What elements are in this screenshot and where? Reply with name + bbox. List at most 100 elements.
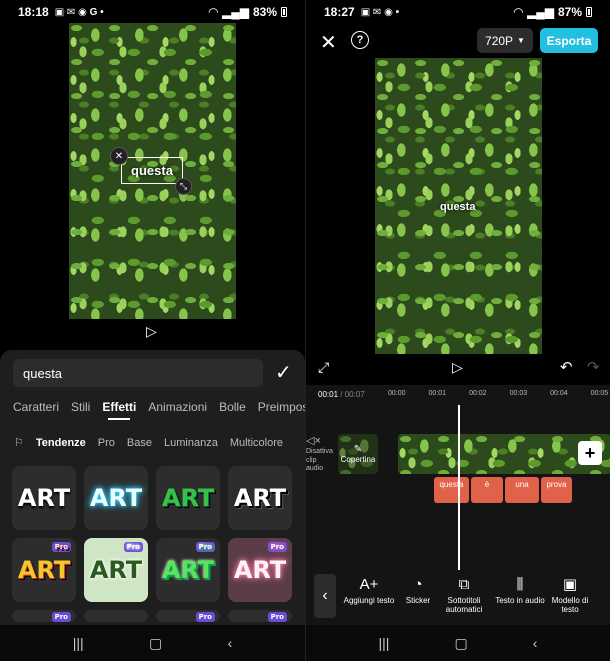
resize-text-icon[interactable]: ⤡ <box>175 178 192 195</box>
close-icon[interactable]: ✕ <box>320 30 337 55</box>
resolution-dropdown[interactable]: 720P ▼ <box>477 28 533 53</box>
status-bar: 18:18 ▣ ✉ ◉ G • ◠ ▂▄▆ 83% <box>0 0 305 24</box>
effect-preview-text: ART <box>233 484 287 512</box>
sticker-icon: ◔ <box>413 576 423 593</box>
play-icon[interactable]: ▷ <box>452 359 463 376</box>
text-clip[interactable]: una <box>505 477 539 503</box>
effect-tile[interactable]: ART <box>156 466 220 530</box>
video-text-overlay[interactable]: questa <box>440 201 475 213</box>
bookmark-icon[interactable]: ⚐ <box>14 436 24 449</box>
mute-label: Disattiva clip audio <box>306 448 333 472</box>
time-ruler: 00:00 00:01 00:02 00:03 00:04 00:05 <box>388 390 608 397</box>
ruler-tick: 00:02 <box>469 390 487 397</box>
add-text-button[interactable]: A+ Aggiungi testo <box>340 570 398 605</box>
notification-icons: ▣ ✉ ◉ G • <box>54 6 104 18</box>
text-overlay-box[interactable]: questa <box>121 157 183 184</box>
category-luminanza[interactable]: Luminanza <box>164 437 218 449</box>
effect-grid: ART ART ART ART Pro ART Pro ART Pro ART <box>12 466 292 622</box>
cover-label: Copertina <box>340 455 376 464</box>
subtitles-icon: ⧉ <box>458 576 470 593</box>
text-to-audio-button[interactable]: ⫼ Testo in audio <box>490 570 550 605</box>
total-time: 00:07 <box>344 390 365 399</box>
auto-subtitles-button[interactable]: ⧉ Sottotitoli automatici <box>438 570 490 615</box>
redo-icon[interactable]: ↷ <box>587 358 600 376</box>
system-nav-bar: ||| ▢ ‹ <box>0 625 305 661</box>
play-icon[interactable]: ▷ <box>146 323 157 340</box>
back-icon[interactable]: ‹ <box>228 635 233 651</box>
status-time: 18:27 <box>324 5 355 19</box>
fullscreen-icon[interactable]: ⤢ <box>318 359 329 376</box>
timeline[interactable]: 00:01 / 00:07 00:00 00:01 00:02 00:03 00… <box>306 385 610 570</box>
confirm-check-icon[interactable]: ✓ <box>275 360 292 385</box>
effect-tile[interactable]: Pro ART <box>84 538 148 602</box>
ruler-tick: 00:03 <box>509 390 528 397</box>
effect-tile[interactable]: Pro <box>156 610 220 622</box>
tool-label: Modello di testo <box>551 596 589 615</box>
recents-icon[interactable]: ||| <box>73 635 84 651</box>
left-screen: 18:18 ▣ ✉ ◉ G • ◠ ▂▄▆ 83% questa ✕ ⤡ ▷ ✓… <box>0 0 305 661</box>
add-clip-button[interactable]: + <box>578 441 602 465</box>
effect-tile[interactable]: Pro <box>12 610 76 622</box>
video-preview[interactable]: questa <box>375 58 542 354</box>
help-icon[interactable]: ? <box>351 31 369 49</box>
recents-icon[interactable]: ||| <box>379 635 390 651</box>
effect-tile[interactable]: ART <box>12 466 76 530</box>
category-base[interactable]: Base <box>127 437 152 449</box>
text-clip-label: prova <box>546 480 567 489</box>
category-multicolore[interactable]: Multicolore <box>230 437 283 449</box>
tool-label: Aggiungi testo <box>343 596 395 606</box>
cover-button[interactable]: ✎ Copertina <box>338 434 378 474</box>
remove-text-icon[interactable]: ✕ <box>110 147 128 165</box>
effect-preview-text: ART <box>161 556 215 584</box>
sticker-button[interactable]: ◔ Sticker <box>398 570 438 605</box>
tab-bolle[interactable]: Bolle <box>219 400 246 414</box>
mute-clip-audio-button[interactable]: ◁× Disattiva clip audio <box>306 435 333 473</box>
pro-badge: Pro <box>123 542 143 552</box>
pro-badge: Pro <box>267 612 287 622</box>
ruler-tick: 00:05 <box>590 390 609 397</box>
export-button[interactable]: Esporta <box>540 28 598 53</box>
text-input[interactable] <box>13 359 263 387</box>
battery-icon <box>281 7 287 17</box>
tab-animazioni[interactable]: Animazioni <box>148 400 207 414</box>
ruler-tick: 00:00 <box>388 390 406 397</box>
text-clip[interactable]: questa <box>434 477 469 503</box>
effect-tile[interactable]: ART <box>228 466 292 530</box>
tab-preimposta[interactable]: Preimposta <box>258 400 305 414</box>
status-bar: 18:27 ▣ ✉ ◉ • ◠ ▂▄▆ 87% <box>306 0 610 24</box>
back-icon[interactable]: ‹ <box>533 635 538 651</box>
signal-icon: ▂▄▆ <box>222 5 249 19</box>
home-icon[interactable]: ▢ <box>149 635 162 652</box>
text-clip-label: è <box>484 480 490 489</box>
effect-preview-text: ART <box>17 556 71 584</box>
effect-categories: ⚐ Tendenze Pro Base Luminanza Multicolor… <box>14 436 283 450</box>
effect-tile[interactable]: Pro ART <box>228 538 292 602</box>
effect-tile[interactable]: Pro ART <box>12 538 76 602</box>
toolbar-back-button[interactable]: ‹ <box>314 574 336 618</box>
pro-badge: Pro <box>195 612 215 622</box>
resolution-value: 720P <box>485 33 514 48</box>
category-pro[interactable]: Pro <box>98 437 115 449</box>
effect-tile[interactable]: Pro <box>228 610 292 622</box>
right-screen: 18:27 ▣ ✉ ◉ • ◠ ▂▄▆ 87% ✕ ? 720P ▼ Espor… <box>305 0 610 661</box>
home-icon[interactable]: ▢ <box>454 635 467 652</box>
pro-badge: Pro <box>51 542 71 552</box>
text-edit-sheet: ✓ Caratteri Stili Effetti Animazioni Bol… <box>0 350 305 625</box>
undo-icon[interactable]: ↶ <box>560 358 573 376</box>
text-clip[interactable]: prova <box>541 477 572 503</box>
effect-tile[interactable]: ART <box>84 466 148 530</box>
text-clip[interactable]: è <box>471 477 503 503</box>
effect-tile[interactable]: Pro ART <box>156 538 220 602</box>
battery-level: 83% <box>252 5 277 19</box>
text-template-button[interactable]: ▣ Modello di testo <box>550 570 590 615</box>
text-tabs: Caratteri Stili Effetti Animazioni Bolle… <box>13 400 305 420</box>
tab-stili[interactable]: Stili <box>71 400 90 414</box>
effect-tile[interactable] <box>84 610 148 622</box>
tab-effetti[interactable]: Effetti <box>102 400 136 420</box>
time-display: 00:01 / 00:07 <box>318 390 365 399</box>
tab-caratteri[interactable]: Caratteri <box>13 400 59 414</box>
category-tendenze[interactable]: Tendenze <box>36 437 86 449</box>
effect-preview-text: ART <box>161 484 215 512</box>
playhead[interactable] <box>458 405 460 570</box>
add-text-icon: A+ <box>359 576 379 593</box>
